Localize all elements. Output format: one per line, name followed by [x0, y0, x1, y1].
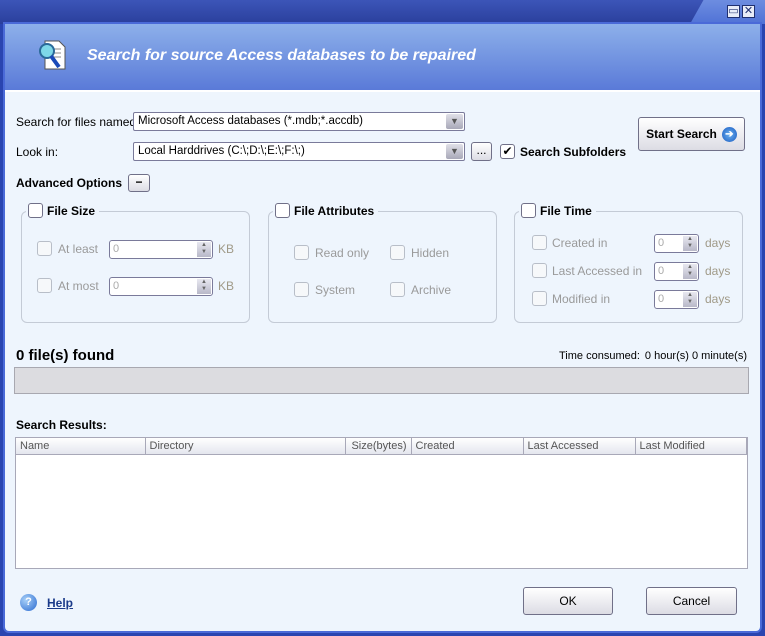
- at-most-label: At most: [58, 279, 99, 293]
- title-bar: [0, 0, 765, 24]
- look-in-label: Look in:: [16, 145, 59, 159]
- days-unit: days: [705, 264, 731, 278]
- at-least-label: At least: [58, 242, 99, 256]
- look-in-value: Local Harddrives (C:\;D:\;E:\;F:\;): [138, 145, 305, 157]
- modified-checkbox[interactable]: [532, 291, 547, 306]
- system-checkbox[interactable]: [294, 282, 309, 297]
- search-document-icon: [39, 40, 66, 70]
- at-least-input[interactable]: 0 ▲ ▼: [109, 240, 213, 259]
- file-attributes-label: File Attributes: [294, 203, 375, 218]
- modified-days-input[interactable]: 0 ▲ ▼: [654, 290, 699, 309]
- file-attributes-title: File Attributes: [273, 203, 379, 218]
- column-header-last-modified[interactable]: Last Modified: [635, 438, 747, 455]
- days-unit: days: [705, 292, 731, 306]
- files-named-value: Microsoft Access databases (*.mdb;*.accd…: [138, 115, 363, 127]
- accessed-label: Last Accessed in: [552, 264, 643, 278]
- time-consumed-label: Time consumed:: [559, 350, 640, 362]
- accessed-days-value: 0: [658, 265, 665, 277]
- file-time-label: File Time: [540, 203, 592, 218]
- advanced-toggle-button[interactable]: −: [128, 174, 150, 192]
- advanced-options-label: Advanced Options: [16, 176, 123, 190]
- start-search-label: Start Search: [646, 127, 717, 141]
- file-size-checkbox[interactable]: [28, 203, 43, 218]
- created-days-input[interactable]: 0 ▲ ▼: [654, 234, 699, 253]
- ok-button[interactable]: OK: [523, 587, 613, 615]
- spinner-icon[interactable]: ▲ ▼: [683, 264, 697, 279]
- subfolders-checkbox[interactable]: ✔: [500, 144, 515, 159]
- hidden-checkbox[interactable]: [390, 245, 405, 260]
- subfolders-label: Search Subfolders: [520, 145, 627, 159]
- page-title: Search for source Access databases to be…: [87, 47, 476, 64]
- column-header-last-accessed[interactable]: Last Accessed: [523, 438, 636, 455]
- system-label: System: [315, 283, 356, 297]
- modified-days-value: 0: [658, 293, 665, 305]
- search-results-table[interactable]: Name Directory Size(bytes) Created Last …: [15, 437, 748, 569]
- hidden-label: Hidden: [411, 246, 450, 260]
- browse-button[interactable]: ...: [471, 142, 492, 161]
- at-most-input[interactable]: 0 ▲ ▼: [109, 277, 213, 296]
- start-search-button[interactable]: Start Search ➔: [638, 117, 745, 151]
- help-icon[interactable]: ?: [20, 594, 37, 611]
- close-icon[interactable]: ✕: [742, 5, 755, 18]
- read-only-checkbox[interactable]: [294, 245, 309, 260]
- kb-unit: KB: [218, 279, 235, 293]
- created-checkbox[interactable]: [532, 235, 547, 250]
- search-results-label: Search Results:: [16, 418, 107, 432]
- files-found-count: 0 file(s) found: [16, 347, 115, 364]
- file-size-group: [21, 211, 250, 323]
- accessed-checkbox[interactable]: [532, 263, 547, 278]
- archive-checkbox[interactable]: [390, 282, 405, 297]
- files-named-label: Search for files named:: [16, 115, 140, 129]
- read-only-label: Read only: [315, 246, 370, 260]
- file-size-label: File Size: [47, 203, 96, 218]
- file-size-title: File Size: [26, 203, 100, 218]
- file-attributes-group: [268, 211, 497, 323]
- accessed-days-input[interactable]: 0 ▲ ▼: [654, 262, 699, 281]
- column-header-directory[interactable]: Directory: [145, 438, 346, 455]
- time-consumed-value: 0 hour(s) 0 minute(s): [644, 350, 747, 362]
- look-in-combo[interactable]: Local Harddrives (C:\;D:\;E:\;F:\;) ▼: [133, 142, 465, 161]
- cancel-button[interactable]: Cancel: [646, 587, 737, 615]
- spinner-icon[interactable]: ▲ ▼: [197, 242, 211, 257]
- at-least-checkbox[interactable]: [37, 241, 52, 256]
- restore-icon[interactable]: ▭: [727, 5, 740, 18]
- file-attributes-checkbox[interactable]: [275, 203, 290, 218]
- spinner-icon[interactable]: ▲ ▼: [683, 236, 697, 251]
- chevron-down-icon[interactable]: ▼: [446, 144, 463, 159]
- at-most-value: 0: [113, 280, 120, 292]
- days-unit: days: [705, 236, 731, 250]
- column-header-created[interactable]: Created: [411, 438, 524, 455]
- help-link[interactable]: Help: [47, 596, 73, 610]
- modified-label: Modified in: [552, 292, 611, 306]
- chevron-down-icon[interactable]: ▼: [446, 114, 463, 129]
- kb-unit: KB: [218, 242, 235, 256]
- archive-label: Archive: [411, 283, 452, 297]
- column-header-size[interactable]: Size(bytes): [345, 438, 412, 455]
- time-consumed: Time consumed: 0 hour(s) 0 minute(s): [559, 350, 747, 362]
- file-time-checkbox[interactable]: [521, 203, 536, 218]
- column-header-name[interactable]: Name: [16, 438, 146, 455]
- search-progress-bar: [14, 367, 749, 394]
- created-label: Created in: [552, 236, 608, 250]
- at-most-checkbox[interactable]: [37, 278, 52, 293]
- spinner-icon[interactable]: ▲ ▼: [197, 279, 211, 294]
- spinner-icon[interactable]: ▲ ▼: [683, 292, 697, 307]
- created-days-value: 0: [658, 237, 665, 249]
- file-time-title: File Time: [519, 203, 596, 218]
- files-named-combo[interactable]: Microsoft Access databases (*.mdb;*.accd…: [133, 112, 465, 131]
- arrow-right-icon: ➔: [721, 126, 737, 142]
- at-least-value: 0: [113, 243, 120, 255]
